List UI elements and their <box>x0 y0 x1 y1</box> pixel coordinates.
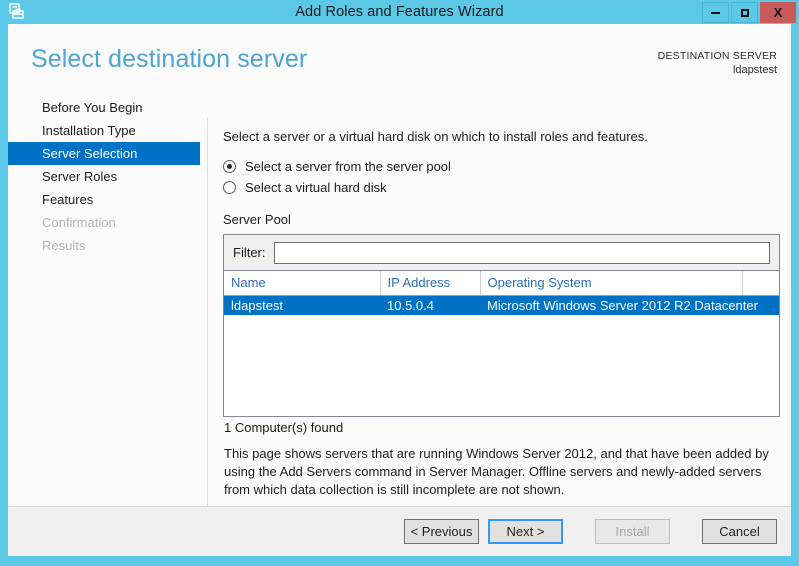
sidebar-item-confirmation: Confirmation <box>42 215 116 230</box>
radio-server-pool[interactable]: Select a server from the server pool <box>223 157 783 176</box>
filter-input[interactable] <box>273 241 770 264</box>
table-header-row: Name IP Address Operating System <box>224 271 779 296</box>
page-title: Select destination server <box>31 45 308 73</box>
info-note: This page shows servers that are running… <box>224 446 769 497</box>
computers-found-text: 1 Computer(s) found <box>224 420 344 435</box>
sidebar-item-server-roles[interactable]: Server Roles <box>8 165 200 188</box>
window-title: Add Roles and Features Wizard <box>295 4 504 20</box>
wizard-window: Add Roles and Features Wizard X Select d… <box>0 0 799 566</box>
cell-ip-address: 10.5.0.4 <box>380 295 480 315</box>
minimize-icon <box>711 11 720 14</box>
intro-text: Select a server or a virtual hard disk o… <box>223 129 648 144</box>
close-button[interactable]: X <box>760 2 796 23</box>
radio-virtual-hard-disk[interactable]: Select a virtual hard disk <box>223 178 783 197</box>
maximize-icon <box>740 8 749 17</box>
column-header-ip-address[interactable]: IP Address <box>380 271 481 296</box>
window-controls: X <box>702 2 796 23</box>
destination-server-label: DESTINATION SERVER <box>657 50 777 62</box>
column-header-name[interactable]: Name <box>224 271 381 296</box>
cancel-button[interactable]: Cancel <box>702 519 777 544</box>
minimize-button[interactable] <box>702 2 729 23</box>
wizard-steps-nav: Before You Begin Installation Type Serve… <box>8 96 200 496</box>
close-icon: X <box>773 5 783 20</box>
column-header-operating-system[interactable]: Operating System <box>480 271 743 296</box>
destination-server-block: DESTINATION SERVER ldapstest <box>658 49 777 77</box>
maximize-button[interactable] <box>731 2 758 23</box>
radio-server-pool-indicator[interactable] <box>223 160 236 173</box>
sidebar-item-installation-type[interactable]: Installation Type <box>8 119 200 142</box>
radio-virtual-hard-disk-label: Select a virtual hard disk <box>245 180 387 195</box>
footer-bar: < Previous Next > Install Cancel <box>8 506 791 556</box>
filter-row: Filter: <box>224 235 779 271</box>
server-pool-panel: Filter: Name IP Address Operating System… <box>223 234 780 417</box>
table-empty-area <box>224 315 779 416</box>
radio-server-pool-label: Select a server from the server pool <box>245 159 451 174</box>
sidebar-item-features[interactable]: Features <box>8 188 200 211</box>
column-header-extra[interactable] <box>742 271 779 296</box>
main-content: Select a server or a virtual hard disk o… <box>223 129 783 499</box>
sidebar-item-results: Results <box>42 238 86 253</box>
previous-button[interactable]: < Previous <box>404 519 479 544</box>
title-bar: Add Roles and Features Wizard X <box>0 0 799 24</box>
filter-label: Filter: <box>233 245 266 260</box>
server-table: Name IP Address Operating System ldapste… <box>224 271 779 315</box>
cell-operating-system: Microsoft Windows Server 2012 R2 Datacen… <box>480 295 779 315</box>
page-header: Select destination server DESTINATION SE… <box>8 24 791 96</box>
cell-name: ldapstest <box>224 295 380 315</box>
destination-server-value: ldapstest <box>732 64 777 76</box>
table-row[interactable]: ldapstest 10.5.0.4 Microsoft Windows Ser… <box>224 295 779 315</box>
sidebar-item-server-selection[interactable]: Server Selection <box>8 142 200 165</box>
radio-virtual-hard-disk-indicator[interactable] <box>223 181 236 194</box>
next-button[interactable]: Next > <box>488 519 563 544</box>
server-pool-title: Server Pool <box>223 212 291 227</box>
sidebar-item-before-you-begin[interactable]: Before You Begin <box>8 96 200 119</box>
install-button: Install <box>595 519 670 544</box>
sidebar-divider <box>207 118 208 518</box>
window-body: Select destination server DESTINATION SE… <box>8 24 791 556</box>
footer-buttons: < Previous Next > Install Cancel <box>395 519 777 544</box>
